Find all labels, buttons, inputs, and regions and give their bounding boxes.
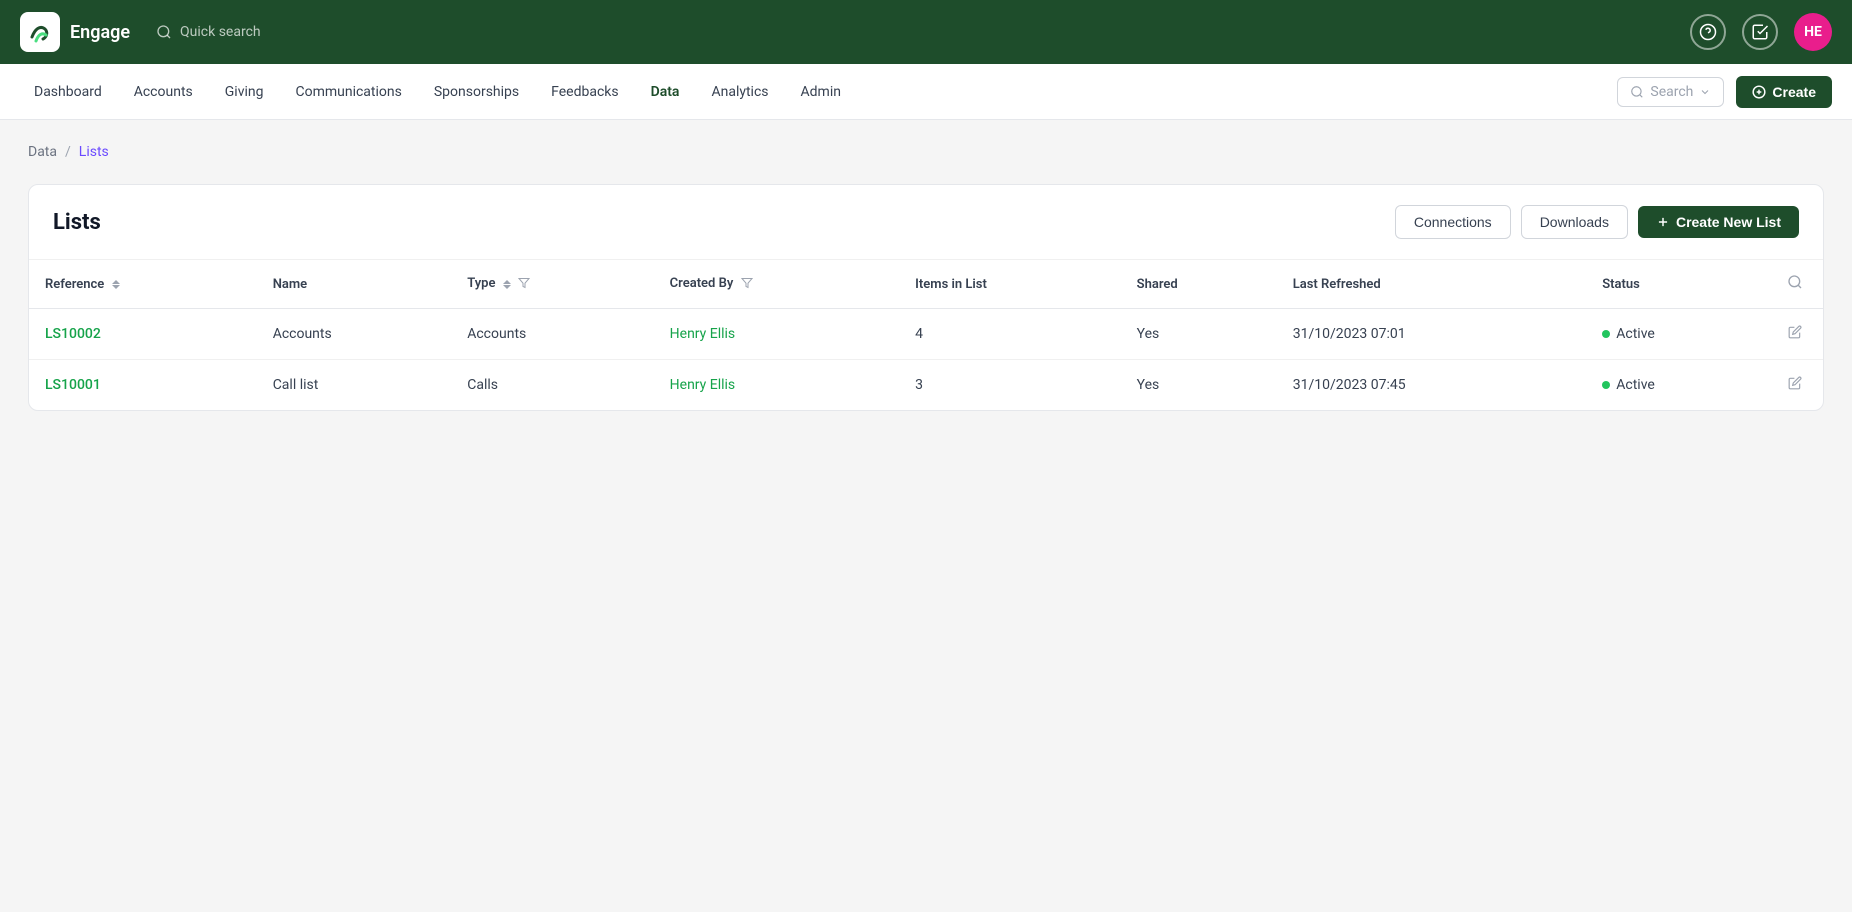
create-button[interactable]: Create — [1736, 76, 1832, 108]
status-label-0: Active — [1616, 326, 1655, 342]
tasks-button[interactable] — [1742, 14, 1778, 50]
quick-search-label: Quick search — [180, 24, 261, 40]
nav-item-accounts[interactable]: Accounts — [120, 76, 207, 108]
breadcrumb-current: Lists — [79, 144, 109, 160]
top-bar-actions: HE — [1690, 13, 1832, 51]
cell-name-1: Call list — [257, 360, 452, 411]
table-wrap: Reference Name Type — [29, 260, 1823, 410]
cell-type-0: Accounts — [451, 309, 653, 360]
creator-link-0[interactable]: Henry Ellis — [670, 326, 736, 342]
lists-title: Lists — [53, 210, 101, 235]
connections-button[interactable]: Connections — [1395, 205, 1511, 239]
nav-item-admin[interactable]: Admin — [787, 76, 855, 108]
col-header-reference[interactable]: Reference — [29, 260, 257, 309]
cell-status-0: Active — [1586, 309, 1767, 360]
user-avatar[interactable]: HE — [1794, 13, 1832, 51]
main-content: Data / Lists Lists Connections Downloads… — [0, 120, 1852, 435]
sort-icon-type — [503, 280, 511, 289]
app-title: Engage — [70, 22, 130, 43]
table-row: LS10002 Accounts Accounts Henry Ellis 4 … — [29, 309, 1823, 360]
cell-items-0: 4 — [899, 309, 1120, 360]
cell-created-by-1: Henry Ellis — [654, 360, 900, 411]
breadcrumb: Data / Lists — [28, 144, 1824, 160]
filter-icon-created-by[interactable] — [741, 277, 753, 292]
filter-icon-type[interactable] — [518, 277, 530, 292]
create-list-label: Create New List — [1676, 214, 1781, 230]
table-header-row: Reference Name Type — [29, 260, 1823, 309]
nav-item-sponsorships[interactable]: Sponsorships — [420, 76, 533, 108]
secondary-nav: Dashboard Accounts Giving Communications… — [0, 64, 1852, 120]
status-dot-1 — [1602, 381, 1610, 389]
sort-icon-reference — [112, 280, 120, 289]
nav-search[interactable]: Search — [1617, 77, 1724, 107]
lists-header: Lists Connections Downloads Create New L… — [29, 185, 1823, 260]
cell-shared-1: Yes — [1121, 360, 1277, 411]
quick-search[interactable]: Quick search — [156, 24, 261, 40]
cell-reference-0: LS10002 — [29, 309, 257, 360]
cell-edit-0 — [1767, 309, 1823, 360]
table-row: LS10001 Call list Calls Henry Ellis 3 Ye… — [29, 360, 1823, 411]
nav-item-dashboard[interactable]: Dashboard — [20, 76, 116, 108]
edit-icon-0[interactable] — [1784, 323, 1806, 347]
help-button[interactable] — [1690, 14, 1726, 50]
status-badge-1: Active — [1602, 377, 1751, 393]
col-header-search[interactable] — [1767, 260, 1823, 309]
cell-shared-0: Yes — [1121, 309, 1277, 360]
breadcrumb-parent[interactable]: Data — [28, 144, 57, 160]
col-header-created-by[interactable]: Created By — [654, 260, 900, 309]
nav-item-data[interactable]: Data — [637, 76, 694, 108]
cell-reference-1: LS10001 — [29, 360, 257, 411]
col-header-items-in-list: Items in List — [899, 260, 1120, 309]
cell-name-0: Accounts — [257, 309, 452, 360]
reference-link-1[interactable]: LS10001 — [45, 377, 101, 393]
lists-table: Reference Name Type — [29, 260, 1823, 410]
cell-items-1: 3 — [899, 360, 1120, 411]
status-label-1: Active — [1616, 377, 1655, 393]
reference-link-0[interactable]: LS10002 — [45, 326, 101, 342]
edit-icon-1[interactable] — [1784, 374, 1806, 398]
nav-search-label: Search — [1650, 84, 1693, 100]
lists-panel: Lists Connections Downloads Create New L… — [28, 184, 1824, 411]
nav-item-communications[interactable]: Communications — [281, 76, 415, 108]
table-search-icon[interactable] — [1783, 271, 1807, 298]
col-header-last-refreshed: Last Refreshed — [1277, 260, 1587, 309]
breadcrumb-separator: / — [65, 144, 71, 160]
cell-last-refreshed-1: 31/10/2023 07:45 — [1277, 360, 1587, 411]
creator-link-1[interactable]: Henry Ellis — [670, 377, 736, 393]
logo-box — [20, 12, 60, 52]
col-header-shared: Shared — [1121, 260, 1277, 309]
col-header-type[interactable]: Type — [451, 260, 653, 309]
cell-edit-1 — [1767, 360, 1823, 411]
create-list-button[interactable]: Create New List — [1638, 206, 1799, 238]
cell-type-1: Calls — [451, 360, 653, 411]
status-badge-0: Active — [1602, 326, 1751, 342]
cell-created-by-0: Henry Ellis — [654, 309, 900, 360]
nav-item-feedbacks[interactable]: Feedbacks — [537, 76, 632, 108]
downloads-button[interactable]: Downloads — [1521, 205, 1628, 239]
status-dot-0 — [1602, 330, 1610, 338]
top-bar: Engage Quick search HE — [0, 0, 1852, 64]
logo-wrap: Engage — [20, 12, 130, 52]
nav-item-analytics[interactable]: Analytics — [697, 76, 782, 108]
cell-status-1: Active — [1586, 360, 1767, 411]
cell-last-refreshed-0: 31/10/2023 07:01 — [1277, 309, 1587, 360]
col-header-name[interactable]: Name — [257, 260, 452, 309]
nav-item-giving[interactable]: Giving — [211, 76, 278, 108]
col-header-status: Status — [1586, 260, 1767, 309]
